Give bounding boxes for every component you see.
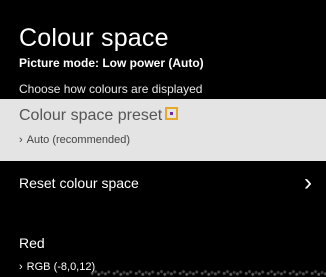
screen-noise-decoration — [90, 268, 326, 277]
picture-mode-subtitle: Picture mode: Low power (Auto) — [19, 56, 204, 70]
chevron-right-icon: › — [19, 261, 23, 273]
menu-item-label-container: Colour space preset — [19, 107, 179, 125]
page-description: Choose how colours are displayed — [19, 82, 203, 96]
focus-indicator-icon — [165, 107, 179, 121]
focus-dot — [170, 112, 174, 116]
menu-item-value: Auto (recommended) — [26, 134, 130, 146]
menu-item-colour-space-preset[interactable]: Colour space preset › Auto (recommended) — [0, 99, 326, 161]
menu-item-value-container: › Auto (recommended) — [19, 134, 130, 146]
menu-item-value-container: › RGB (-8,0,12) — [19, 261, 95, 273]
chevron-right-icon: › — [304, 169, 312, 196]
chevron-right-icon: › — [19, 134, 23, 146]
menu-item-label: Reset colour space — [19, 175, 139, 191]
menu-item-value: RGB (-8,0,12) — [26, 261, 96, 273]
menu-item-red[interactable]: Red › RGB (-8,0,12) — [0, 221, 326, 277]
menu-item-label: Red — [19, 235, 45, 251]
menu-item-label: Colour space preset — [19, 107, 163, 124]
menu-item-reset-colour-space[interactable]: Reset colour space › — [0, 161, 326, 221]
page-title: Colour space — [19, 24, 169, 52]
